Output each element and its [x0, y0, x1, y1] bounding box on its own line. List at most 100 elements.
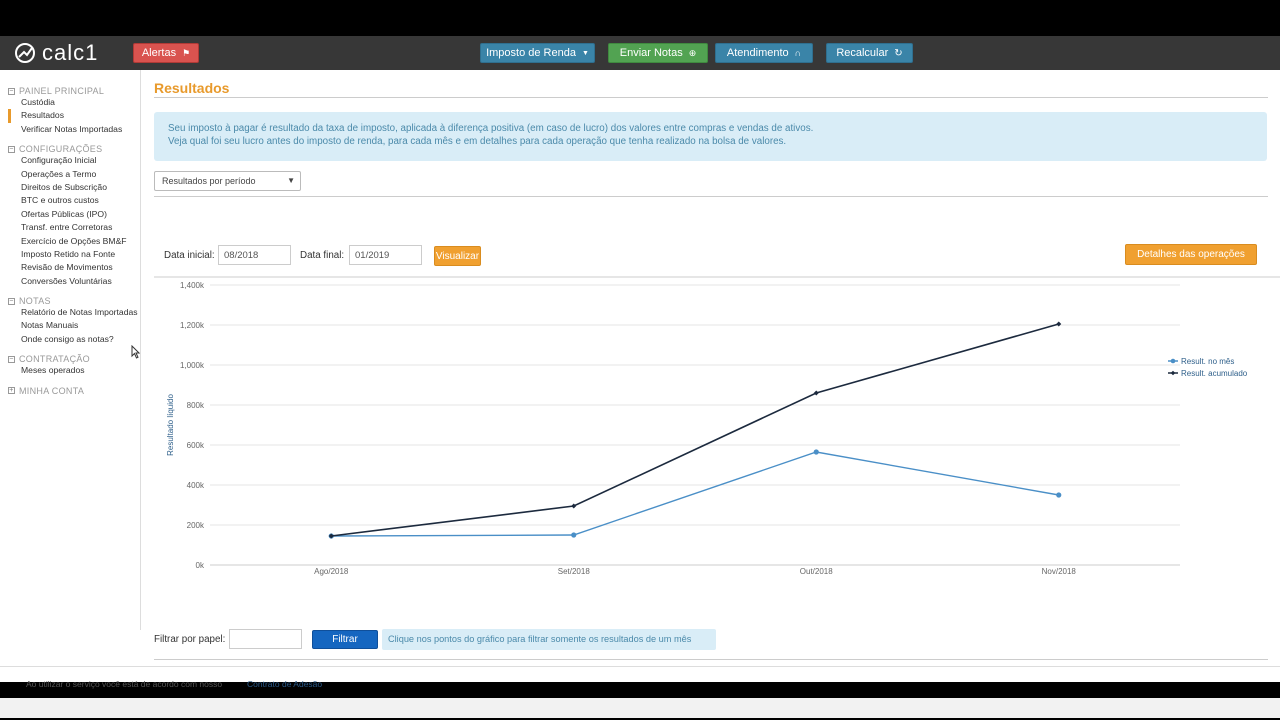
sidebar-item[interactable]: Onde consigo as notas? [21, 333, 140, 346]
divider [154, 97, 1268, 98]
sidebar-section-configuracoes[interactable]: − CONFIGURAÇÕES [8, 144, 140, 154]
collapse-icon: − [8, 145, 15, 153]
divider [154, 659, 1268, 660]
app-window: calc1 Alertas ⚑ Imposto de Renda ▼ Envia… [0, 36, 1280, 718]
caret-down-icon: ▼ [581, 49, 589, 57]
filtrar-input[interactable] [229, 629, 302, 649]
legend-label: Result. acumulado [1181, 369, 1248, 378]
series-point [813, 390, 819, 396]
logo-icon [15, 43, 35, 63]
sidebar-item[interactable]: Conversões Voluntárias [21, 275, 140, 288]
x-tick-label: Nov/2018 [1042, 567, 1077, 576]
footer: Ao utilizar o serviço você está de acord… [0, 666, 1280, 698]
data-inicial-label: Data inicial: [164, 250, 215, 261]
flag-icon: ⚑ [182, 47, 191, 58]
info-alert: Seu imposto à pagar é resultado da taxa … [154, 112, 1267, 161]
sidebar-item[interactable]: Direitos de Subscrição [21, 181, 140, 194]
collapse-icon: − [8, 87, 15, 95]
headphones-icon: ∩ [794, 48, 802, 58]
sidebar-item[interactable]: Operações a Termo [21, 168, 140, 181]
results-chart: 0k 200k 400k 600k 800k 1,000k 1,200k 1,400k Ago/… [154, 276, 1280, 581]
footer-text: Ao utilizar o serviço você está de acord… [26, 679, 223, 689]
series-point [1056, 492, 1062, 498]
menu-label: Atendimento [726, 47, 789, 59]
sidebar-item[interactable]: Revisão de Movimentos [21, 261, 140, 274]
legend-marker [1170, 358, 1176, 364]
chart-svg: 0k 200k 400k 600k 800k 1,000k 1,200k 1,400k Ago/… [154, 276, 1280, 576]
menu-label: Recalcular [836, 47, 889, 59]
caret-down-icon: ▼ [287, 176, 295, 185]
select-value: Resultados por período [162, 176, 256, 186]
section-title: PAINEL PRINCIPAL [19, 86, 105, 96]
y-tick-label: 800k [187, 401, 205, 410]
sidebar-item[interactable]: Meses operados [21, 364, 140, 377]
alerts-button[interactable]: Alertas ⚑ [133, 43, 199, 63]
logo[interactable]: calc1 [14, 40, 99, 65]
section-title: CONFIGURAÇÕES [19, 144, 103, 155]
visualizar-button[interactable]: Visualizar [434, 246, 481, 266]
series-point [571, 503, 577, 509]
menu-enviar-notas[interactable]: Enviar Notas ⊕ [608, 43, 708, 63]
menu-recalcular[interactable]: Recalcular ↻ [826, 43, 913, 63]
mouse-cursor-icon [131, 345, 140, 359]
y-tick-label: 0k [196, 561, 205, 570]
section-title: NOTAS [19, 296, 51, 307]
y-tick-label: 1,000k [180, 361, 205, 370]
data-inicial-input[interactable]: 08/2018 [218, 245, 291, 265]
bottom-bar [0, 698, 1280, 718]
y-tick-label: 1,200k [180, 321, 205, 330]
collapse-icon: − [8, 355, 15, 363]
detalhes-operacoes-button[interactable]: Detalhes das operações [1125, 244, 1257, 265]
sidebar-item[interactable]: Configuração Inicial [21, 154, 140, 167]
sidebar-item[interactable]: Exercício de Opções BM&F [21, 235, 140, 248]
sidebar-item[interactable]: Relatório de Notas Importadas [21, 306, 140, 319]
info-line: Veja qual foi seu lucro antes do imposto… [168, 135, 787, 147]
series-line [331, 323, 1059, 537]
x-tick-label: Out/2018 [800, 567, 833, 576]
sidebar-section-minha-conta[interactable]: + MINHA CONTA [8, 386, 140, 396]
y-tick-label: 600k [187, 441, 205, 450]
period-select[interactable]: Resultados por período ▼ [154, 171, 301, 191]
sidebar: − PAINEL PRINCIPAL Custódia Resultados V… [0, 70, 141, 630]
y-tick-label: 200k [187, 521, 205, 530]
series-line [331, 451, 1059, 537]
x-tick-label: Ago/2018 [314, 567, 349, 576]
sidebar-item[interactable]: Notas Manuais [21, 319, 140, 332]
topbar: calc1 Alertas ⚑ Imposto de Renda ▼ Envia… [0, 36, 1280, 70]
filtrar-label: Filtrar por papel: [154, 634, 226, 645]
expand-icon: + [8, 387, 15, 395]
divider [154, 196, 1268, 197]
sidebar-section-notas[interactable]: − NOTAS [8, 296, 140, 306]
main-content: Resultados Seu imposto à pagar é resulta… [154, 70, 1268, 266]
sidebar-item-verificar-notas[interactable]: Verificar Notas Importadas [21, 123, 140, 136]
menu-atendimento[interactable]: Atendimento ∩ [715, 43, 813, 63]
alerts-label: Alertas [141, 47, 177, 59]
legend-label: Result. no mês [1181, 357, 1234, 366]
y-tick-label: 1,400k [180, 281, 205, 290]
sidebar-item[interactable]: Transf. entre Corretoras [21, 221, 140, 234]
y-tick-label: 400k [187, 481, 205, 490]
section-title: CONTRATAÇÃO [19, 354, 90, 365]
upload-icon: ⊕ [688, 47, 697, 58]
footer-link[interactable]: Contrato de Adesão [247, 679, 322, 689]
menu-imposto-de-renda[interactable]: Imposto de Renda ▼ [480, 43, 595, 63]
legend-marker [1170, 370, 1176, 376]
sidebar-item[interactable]: Imposto Retido na Fonte [21, 248, 140, 261]
sidebar-item[interactable]: Ofertas Públicas (IPO) [21, 208, 140, 221]
filtrar-button[interactable]: Filtrar [312, 630, 378, 649]
filtrar-hint: Clique nos pontos do gráfico para filtra… [382, 629, 716, 650]
sidebar-item-custodia[interactable]: Custódia [21, 96, 140, 109]
menu-label: Enviar Notas [619, 47, 683, 59]
series-point [813, 449, 819, 455]
sidebar-section-painel[interactable]: − PAINEL PRINCIPAL [8, 86, 140, 96]
x-tick-label: Set/2018 [558, 567, 591, 576]
logo-text: calc1 [42, 40, 99, 65]
data-final-input[interactable]: 01/2019 [349, 245, 422, 265]
sidebar-section-contratacao[interactable]: − CONTRATAÇÃO [8, 354, 140, 364]
menu-label: Imposto de Renda [486, 47, 576, 59]
section-title: MINHA CONTA [19, 385, 85, 396]
sidebar-item[interactable]: BTC e outros custos [21, 194, 140, 207]
sidebar-item-resultados[interactable]: Resultados [8, 109, 140, 123]
info-line: Seu imposto à pagar é resultado da taxa … [168, 123, 814, 134]
data-final-label: Data final: [300, 250, 345, 261]
